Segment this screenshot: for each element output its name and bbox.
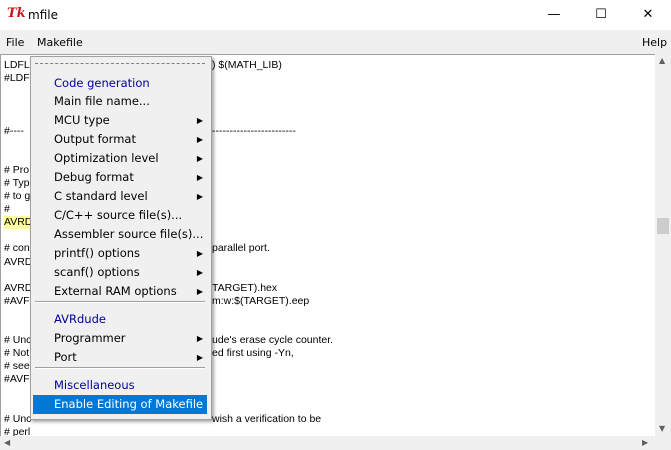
editor-line-tail: parallel port. bbox=[212, 242, 270, 255]
vertical-scroll-thumb[interactable] bbox=[657, 218, 669, 234]
editor-line-tail: ed first using -Yn, bbox=[212, 347, 294, 360]
editor-line: # Typ bbox=[4, 176, 30, 189]
menu-item-label: External RAM options bbox=[54, 284, 177, 298]
menu-item-label: Optimization level bbox=[54, 151, 159, 165]
submenu-arrow-icon: ▶ bbox=[196, 154, 203, 163]
tk-feather-icon: Tk bbox=[7, 6, 26, 21]
submenu-arrow-icon: ▶ bbox=[196, 268, 203, 277]
scroll-right-icon[interactable]: ▶ bbox=[642, 438, 648, 447]
vertical-scrollbar[interactable]: ▲ ▼ bbox=[655, 54, 671, 436]
title-bar: Tk mfile — ☐ ✕ bbox=[0, 0, 671, 30]
editor-line: # Pro bbox=[4, 163, 30, 176]
submenu-arrow-icon: ▶ bbox=[196, 135, 203, 144]
menu-bar: File Makefile Help bbox=[0, 31, 671, 53]
menu-item-label: Main file name... bbox=[54, 94, 150, 108]
editor-line: # Unc bbox=[4, 412, 32, 425]
menu-item-scanf-options[interactable]: scanf() options ▶ bbox=[33, 263, 207, 282]
menu-item-main-file-name[interactable]: Main file name... bbox=[33, 92, 207, 111]
help-menu[interactable]: Help bbox=[642, 36, 667, 49]
editor-line: #AVF bbox=[4, 373, 30, 386]
menu-item-enable-editing-of-makefile[interactable]: Enable Editing of Makefile bbox=[33, 395, 207, 414]
editor-line: #---- bbox=[4, 124, 24, 137]
editor-line: # to g bbox=[4, 190, 31, 202]
menu-item-label: printf() options bbox=[54, 246, 141, 260]
menu-item-code-generation: Code generation bbox=[33, 74, 207, 93]
menu-item-label: C standard level bbox=[54, 189, 148, 203]
submenu-arrow-icon: ▶ bbox=[196, 116, 203, 125]
menu-item-label: scanf() options bbox=[54, 265, 140, 279]
menu-item-miscellaneous: Miscellaneous bbox=[33, 376, 207, 395]
editor-line-tail: ) $(MATH_LIB) bbox=[212, 59, 282, 71]
makefile-menu[interactable]: Makefile bbox=[37, 36, 83, 49]
menu-item-debug-format[interactable]: Debug format ▶ bbox=[33, 168, 207, 187]
menu-item-c-c-source-file-s[interactable]: C/C++ source file(s)... bbox=[33, 206, 207, 225]
menu-item-printf-options[interactable]: printf() options ▶ bbox=[33, 244, 207, 263]
menu-item-label: Code generation bbox=[54, 76, 150, 90]
editor-line-tail: ------------------------ bbox=[212, 124, 296, 137]
submenu-arrow-icon: ▶ bbox=[196, 334, 203, 343]
menu-item-label: C/C++ source file(s)... bbox=[54, 208, 183, 222]
menu-item-external-ram-options[interactable]: External RAM options ▶ bbox=[33, 282, 207, 301]
close-button[interactable]: ✕ bbox=[625, 0, 671, 30]
menu-item-label: Programmer bbox=[54, 331, 126, 345]
editor-line-tail: m:w:$(TARGET).eep bbox=[212, 294, 310, 307]
maximize-button[interactable]: ☐ bbox=[578, 0, 624, 30]
menu-item-optimization-level[interactable]: Optimization level ▶ bbox=[33, 149, 207, 168]
window-title: mfile bbox=[28, 8, 58, 22]
menu-item-label: MCU type bbox=[54, 113, 110, 127]
editor-line: # Not bbox=[4, 347, 30, 360]
menu-item-label: Enable Editing of Makefile bbox=[54, 397, 204, 411]
editor-line: AVRD bbox=[4, 216, 33, 230]
menu-item-programmer[interactable]: Programmer ▶ bbox=[33, 329, 207, 348]
scroll-up-icon[interactable]: ▲ bbox=[659, 56, 665, 65]
submenu-arrow-icon: ▶ bbox=[196, 287, 203, 296]
submenu-arrow-icon: ▶ bbox=[196, 192, 203, 201]
file-menu[interactable]: File bbox=[6, 36, 24, 49]
menu-separator bbox=[35, 301, 205, 303]
menu-separator bbox=[35, 367, 205, 369]
menu-item-port[interactable]: Port ▶ bbox=[33, 348, 207, 367]
minimize-button[interactable]: — bbox=[531, 0, 577, 30]
submenu-arrow-icon: ▶ bbox=[196, 249, 203, 258]
menu-item-label: Port bbox=[54, 350, 77, 364]
scrollbar-corner bbox=[655, 436, 671, 450]
scroll-left-icon[interactable]: ◀ bbox=[4, 438, 10, 447]
editor-line-tail: TARGET).hex bbox=[212, 281, 278, 294]
submenu-arrow-icon: ▶ bbox=[196, 353, 203, 362]
tearoff-line[interactable] bbox=[35, 63, 205, 64]
editor-line: #AVF bbox=[4, 294, 30, 307]
scroll-down-icon[interactable]: ▼ bbox=[659, 424, 665, 433]
makefile-dropdown-menu: Code generation Main file name... MCU type… bbox=[30, 56, 212, 420]
editor-line: #LDF bbox=[4, 72, 30, 85]
editor-line: AVRD bbox=[4, 255, 33, 268]
editor-line-tail: ude's erase cycle counter. bbox=[212, 334, 334, 347]
menu-item-c-standard-level[interactable]: C standard level ▶ bbox=[33, 187, 207, 206]
editor-line: AVRD bbox=[4, 281, 33, 294]
editor-line: # see bbox=[4, 360, 30, 373]
editor-line-tail: wish a verification to be bbox=[212, 412, 322, 425]
menu-item-label: Miscellaneous bbox=[54, 378, 135, 392]
editor-line: # Unc bbox=[4, 334, 32, 347]
horizontal-scrollbar[interactable]: ◀ ▶ bbox=[0, 436, 654, 450]
menu-item-label: Assembler source file(s)... bbox=[54, 227, 204, 241]
menu-item-output-format[interactable]: Output format ▶ bbox=[33, 130, 207, 149]
editor-line: # bbox=[4, 203, 10, 216]
menu-item-avrdude: AVRdude bbox=[33, 310, 207, 329]
menu-item-label: AVRdude bbox=[54, 312, 106, 326]
menu-item-label: Debug format bbox=[54, 170, 134, 184]
menu-item-assembler-source-file-s[interactable]: Assembler source file(s)... bbox=[33, 225, 207, 244]
menu-item-label: Output format bbox=[54, 132, 136, 146]
editor-line: LDFL bbox=[4, 59, 30, 71]
submenu-arrow-icon: ▶ bbox=[196, 173, 203, 182]
editor-line: # con bbox=[4, 242, 30, 255]
menu-item-mcu-type[interactable]: MCU type ▶ bbox=[33, 111, 207, 130]
